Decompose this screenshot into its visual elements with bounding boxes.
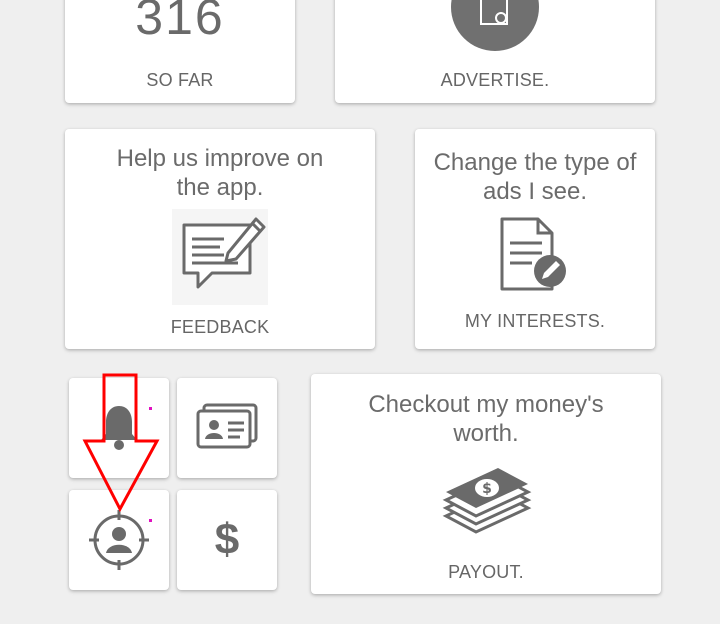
notifications-tile[interactable] xyxy=(69,378,169,478)
profile-target-icon xyxy=(88,509,150,576)
payout-title: Checkout my money's worth. xyxy=(368,391,604,447)
so-far-count: 316 xyxy=(135,0,225,45)
document-edit-icon xyxy=(498,217,572,298)
earnings-tile[interactable]: $ xyxy=(177,490,277,590)
advertise-card[interactable]: ADVERTISE. xyxy=(335,0,655,103)
feedback-icon xyxy=(172,209,268,310)
feedback-title: Help us improve on the app. xyxy=(116,145,324,201)
targeting-tile[interactable] xyxy=(69,490,169,590)
id-card-icon xyxy=(196,403,258,456)
payout-label: PAYOUT. xyxy=(448,562,524,582)
feedback-card[interactable]: Help us improve on the app. FEEDBACK xyxy=(65,129,375,349)
notification-dot xyxy=(149,519,152,522)
so-far-card[interactable]: 316 SO FAR xyxy=(65,0,295,103)
payout-card[interactable]: Checkout my money's worth. $ PAYOUT. xyxy=(311,374,661,594)
interests-label: MY INTERESTS. xyxy=(464,311,606,331)
so-far-label: SO FAR xyxy=(146,70,214,90)
money-stack-icon: $ xyxy=(442,464,532,549)
interests-title: Change the type of ads I see. xyxy=(433,149,637,205)
bell-icon xyxy=(99,402,139,457)
profile-card-tile[interactable] xyxy=(177,378,277,478)
certificate-icon xyxy=(451,0,539,57)
feedback-label: FEEDBACK xyxy=(170,317,270,337)
interests-card[interactable]: Change the type of ads I see. MY INTERES… xyxy=(415,129,655,349)
advertise-label: ADVERTISE. xyxy=(440,70,550,90)
notification-dot xyxy=(149,407,152,410)
svg-text:$: $ xyxy=(482,481,492,497)
dollar-icon: $ xyxy=(214,515,240,564)
